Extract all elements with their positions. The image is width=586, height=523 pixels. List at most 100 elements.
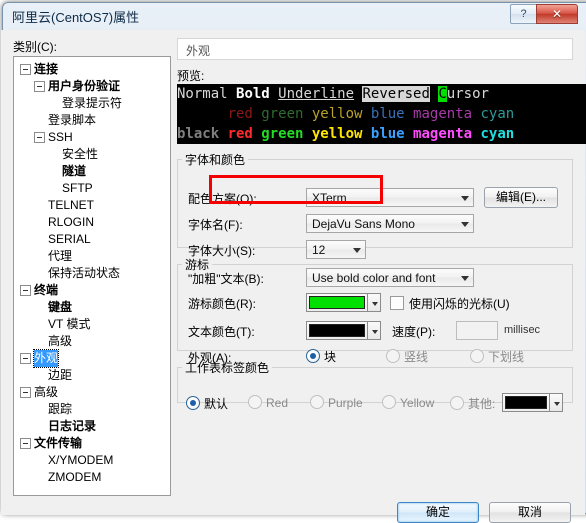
ok-button[interactable]: 确定 (397, 502, 479, 523)
preview-normal: ursor (446, 86, 489, 102)
expander-icon[interactable] (20, 438, 31, 450)
preview-bold: Bold (236, 86, 270, 102)
preview-color-word: red (227, 106, 262, 122)
tree-item-label: 保持活动状态 (48, 266, 121, 280)
preview-label: 预览: (177, 69, 205, 83)
expander-icon[interactable] (20, 285, 31, 297)
tab-color-default[interactable]: 默认 (186, 395, 228, 412)
tree-item-18[interactable]: 边距 (14, 367, 122, 384)
chevron-down-icon (461, 196, 469, 201)
chevron-down-icon (353, 248, 361, 253)
help-icon[interactable]: ? (510, 4, 537, 24)
tree-item-6[interactable]: 隧道 (14, 163, 122, 180)
preview-color-word: green (261, 126, 312, 142)
tab-color-other[interactable]: 其他: (450, 395, 495, 412)
tree-connector-icon (48, 183, 59, 194)
tree-item-7[interactable]: SFTP (14, 180, 122, 197)
tree-item-8[interactable]: TELNET (14, 197, 122, 214)
tree-connector-icon (34, 234, 45, 245)
tree-item-17[interactable]: 外观 (14, 349, 122, 368)
blink-cursor-checkbox[interactable]: 使用闪烁的光标(U) (390, 295, 510, 312)
cursor-group: 游标 游标颜色(R): 使用闪烁的光标(U) 文本颜色(T): 速度(P): m… (177, 256, 573, 365)
preview-line-3: black red green yellow blue magenta cyan (177, 124, 586, 144)
preview-color-word: yellow (311, 106, 371, 122)
tree-connector-icon (34, 200, 45, 211)
tree-item-3[interactable]: 登录脚本 (14, 112, 122, 129)
radio-icon (310, 395, 324, 409)
window-title: 阿里云(CentOS7)属性 (12, 10, 140, 25)
speed-input[interactable] (456, 321, 498, 340)
tree-connector-icon (34, 455, 45, 466)
tree-connector-icon (34, 336, 45, 347)
tree-item-24[interactable]: ZMODEM (14, 469, 122, 486)
preview-normal: Normal (177, 86, 237, 102)
tree-item-5[interactable]: 安全性 (14, 146, 122, 163)
terminal-preview: Normal Bold Underline Reversed Cursor re… (177, 84, 586, 144)
cursor-color-swatch[interactable] (306, 293, 381, 312)
tab-color-red[interactable]: Red (248, 395, 288, 410)
font-group-legend: 字体和颜色 (185, 153, 246, 167)
tree-item-label: 日志记录 (48, 419, 97, 433)
tab-color-other-label: 其他: (468, 397, 496, 411)
expander-icon[interactable] (20, 387, 31, 399)
tree-item-2[interactable]: 登录提示符 (14, 95, 122, 112)
tree-item-13[interactable]: 终端 (14, 282, 122, 299)
tree-item-16[interactable]: 高级 (14, 333, 122, 350)
tree-item-21[interactable]: 日志记录 (14, 418, 122, 435)
expander-icon[interactable] (34, 132, 45, 144)
category-tree[interactable]: 连接 用户身份验证 登录提示符 登录脚本 SSH 安全性 隧道 SFTP TELNET RLOGI… (13, 56, 171, 496)
text-color-swatch[interactable] (306, 321, 381, 340)
expander-icon[interactable] (20, 353, 31, 365)
title-bar[interactable]: 阿里云(CentOS7)属性 ? ✕ (0, 0, 586, 30)
text-color-label: 文本颜色(T): (188, 325, 255, 339)
tree-item-label: 键盘 (48, 300, 73, 314)
tab-color-yellow[interactable]: Yellow (382, 395, 434, 410)
chevron-down-icon[interactable] (367, 293, 381, 312)
tab-other-color-swatch[interactable] (502, 393, 563, 412)
fontsize-value: 12 (312, 243, 326, 257)
tree-item-0[interactable]: 连接 (14, 61, 122, 78)
scheme-combo[interactable]: XTerm (306, 188, 474, 207)
edit-scheme-button[interactable]: 编辑(E)... (484, 187, 558, 208)
tree-item-1[interactable]: 用户身份验证 (14, 78, 122, 95)
close-icon[interactable]: ✕ (536, 4, 578, 24)
tree-item-4[interactable]: SSH (14, 129, 122, 146)
tab-color-purple[interactable]: Purple (310, 395, 363, 410)
tree-item-label: VT 模式 (48, 317, 91, 331)
tree-connector-icon (34, 370, 45, 381)
tree-item-20[interactable]: 跟踪 (14, 401, 122, 418)
tree-item-22[interactable]: 文件传输 (14, 435, 122, 452)
speed-label: 速度(P): (392, 325, 436, 339)
tree-item-label: 文件传输 (34, 436, 83, 450)
tree-connector-icon (34, 251, 45, 262)
speed-unit-label: millisec (504, 324, 541, 336)
tree-item-12[interactable]: 保持活动状态 (14, 265, 122, 282)
tree-item-15[interactable]: VT 模式 (14, 316, 122, 333)
radio-icon (248, 395, 262, 409)
tree-item-19[interactable]: 高级 (14, 384, 122, 401)
tree-connector-icon (34, 319, 45, 330)
radio-icon (450, 396, 464, 410)
chevron-down-icon[interactable] (367, 321, 381, 340)
tree-item-10[interactable]: SERIAL (14, 231, 122, 248)
tree-item-23[interactable]: X/YMODEM (14, 452, 122, 469)
cursor-color-fill (309, 296, 365, 309)
cursor-color-label: 游标颜色(R): (188, 297, 256, 311)
preview-color-word: magenta (413, 106, 481, 122)
tree-item-14[interactable]: 键盘 (14, 299, 122, 316)
radio-icon (186, 396, 200, 410)
expander-icon[interactable] (20, 64, 31, 76)
preview-color-word: red (227, 126, 262, 142)
tab-color-red-label: Red (266, 396, 289, 410)
tree-item-label: RLOGIN (48, 215, 95, 229)
tree-item-9[interactable]: RLOGIN (14, 214, 122, 231)
cancel-button[interactable]: 取消 (489, 502, 571, 523)
fontname-combo[interactable]: DejaVu Sans Mono (306, 214, 474, 233)
tree-item-label: ZMODEM (48, 470, 102, 484)
tree-item-label: 终端 (34, 283, 59, 297)
tree-item-label: SFTP (62, 181, 93, 195)
tree-item-11[interactable]: 代理 (14, 248, 122, 265)
expander-icon[interactable] (34, 81, 45, 93)
tree-item-label: 隧道 (62, 164, 87, 178)
chevron-down-icon[interactable] (549, 393, 563, 412)
